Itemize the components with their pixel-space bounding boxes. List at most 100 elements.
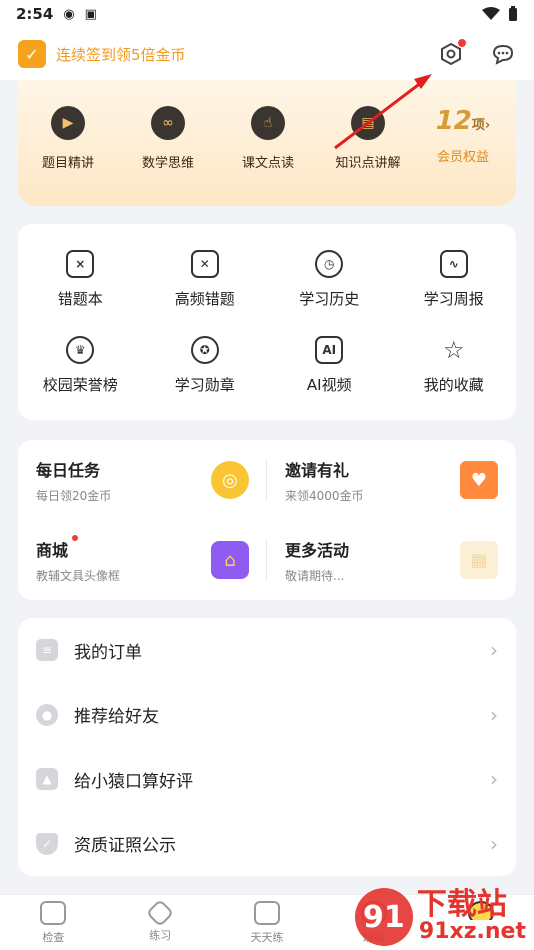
top-icons [438, 39, 516, 67]
ai-video-icon: AI [315, 335, 344, 364]
menu-item-rate[interactable]: ▲ 给小猿口算好评 › [18, 747, 516, 812]
tool-honor-board[interactable]: ♛ 校园荣誉榜 [18, 322, 143, 408]
vip-item-math-thinking[interactable]: ∞ 数学思维 [118, 106, 218, 171]
vip-rights-count: 12项› [435, 106, 491, 136]
status-right [482, 6, 518, 22]
watermark-line2: 91xz.net [416, 919, 528, 944]
message-button[interactable] [490, 41, 516, 67]
menu-item-label: 我的订单 [74, 642, 142, 663]
tool-label: 学习周报 [423, 289, 484, 308]
watermark-line1: 下载站 [416, 887, 507, 922]
activity-title: 每日任务 [36, 460, 101, 480]
gold-coin-icon: ◎ [211, 461, 249, 499]
tool-label: 学习勋章 [174, 375, 235, 394]
tab-daily-practice[interactable]: 天天练 [214, 895, 321, 950]
wrongbook-icon: × [66, 249, 95, 278]
tag-icon [146, 898, 175, 927]
activities-card: 每日任务每日领20金币 ◎ 邀请有礼 来领4000金币 ♥ 商城教辅文具头像框 ⌂… [18, 440, 516, 600]
gift-icon: ▦ [460, 541, 498, 579]
vip-rights-unit: 项 [471, 118, 485, 133]
vip-item-label: 题目精讲 [41, 156, 94, 171]
vip-item-explain[interactable]: ▶ 题目精讲 [18, 106, 118, 171]
vip-rights-label: 会员权益 [436, 150, 489, 165]
trophy-icon: ♛ [66, 335, 95, 364]
play-icon: ▶ [51, 106, 85, 140]
tool-label: 我的收藏 [423, 375, 484, 394]
tool-frequent-errors[interactable]: ✕ 高频错题 [143, 236, 268, 322]
chat-icon [492, 44, 514, 65]
activity-subtitle: 每日领20金币 [36, 488, 112, 503]
menu-item-label: 推荐给好友 [74, 707, 159, 728]
activity-invite[interactable]: 邀请有礼 来领4000金币 ♥ [267, 440, 516, 520]
vip-rights-link[interactable]: 12项› 会员权益 [418, 106, 508, 165]
activity-daily-task[interactable]: 每日任务每日领20金币 ◎ [18, 440, 267, 520]
settings-button[interactable] [438, 39, 466, 67]
vip-item-knowledge[interactable]: ▤ 知识点讲解 [318, 106, 418, 171]
tool-label: AI视频 [306, 375, 352, 394]
activity-title: 更多活动 [285, 540, 350, 560]
tool-label: 高频错题 [174, 289, 235, 308]
tool-medals[interactable]: ✪ 学习勋章 [143, 322, 268, 408]
settings-badge [458, 39, 466, 47]
vip-item-label: 知识点讲解 [335, 156, 401, 171]
order-icon: ≡ [36, 639, 58, 662]
tool-wrongbook[interactable]: × 错题本 [18, 236, 143, 322]
book-icon: ▤ [351, 106, 385, 140]
signin-text: 连续签到领5倍金币 [56, 45, 186, 64]
tab-label: 天天练 [250, 930, 284, 944]
app-notification-icon: ▣ [84, 6, 97, 22]
medal-icon: ✪ [190, 335, 219, 364]
activity-subtitle: 教辅文具头像框 [36, 568, 121, 583]
tab-label: 检查 [42, 930, 65, 944]
menu-item-label: 资质证照公示 [74, 836, 176, 857]
activity-subtitle: 敬请期待... [285, 568, 345, 583]
tool-favorites[interactable]: ☆ 我的收藏 [392, 322, 517, 408]
tool-weekly-report[interactable]: ∿ 学习周报 [392, 236, 517, 322]
weibo-icon: ◉ [63, 6, 75, 22]
clock-icon: ◷ [315, 249, 344, 278]
shield-icon: ✓ [36, 832, 58, 855]
vip-item-label: 数学思维 [141, 156, 194, 171]
status-time: 2:54 [16, 5, 54, 23]
tab-practice[interactable]: 练习 [107, 895, 214, 950]
tab-label: 练习 [149, 928, 172, 942]
menu-item-license[interactable]: ✓ 资质证照公示 › [18, 812, 516, 877]
calendar-check-icon [253, 900, 280, 925]
menu-card: ≡ 我的订单 › ● 推荐给好友 › ▲ 给小猿口算好评 › ✓ 资质证照公示 › [18, 618, 516, 876]
tool-label: 错题本 [57, 289, 103, 308]
tool-label: 校园荣誉榜 [42, 375, 118, 394]
thumbs-up-icon: ▲ [36, 768, 58, 791]
vip-card: ▶ 题目精讲 ∞ 数学思维 ☝ 课文点读 ▤ 知识点讲解 12项› 会员权益 [18, 80, 516, 206]
tool-ai-video[interactable]: AI AI视频 [267, 322, 392, 408]
menu-item-orders[interactable]: ≡ 我的订单 › [18, 618, 516, 683]
checkin-icon: ✓ [18, 40, 46, 68]
weekly-report-icon: ∿ [439, 249, 468, 278]
chevron-right-icon: › [490, 831, 498, 856]
hand-icon: ☝ [251, 106, 285, 140]
frequent-error-icon: ✕ [190, 249, 219, 278]
camera-icon [40, 900, 67, 925]
infinity-icon: ∞ [151, 106, 185, 140]
status-bar: 2:54 ◉ ▣ [0, 0, 534, 28]
menu-item-recommend[interactable]: ● 推荐给好友 › [18, 683, 516, 748]
chevron-right-icon: › [490, 767, 498, 792]
chevron-right-icon: › [484, 118, 491, 133]
activity-shop[interactable]: 商城教辅文具头像框 ⌂ [18, 520, 267, 600]
chevron-right-icon: › [490, 638, 498, 663]
user-icon: ● [36, 703, 58, 726]
tool-label: 学习历史 [299, 289, 360, 308]
chevron-right-icon: › [490, 702, 498, 727]
tab-check[interactable]: 检查 [0, 895, 107, 950]
activity-title: 商城 [36, 534, 120, 561]
tools-card: × 错题本 ✕ 高频错题 ◷ 学习历史 ∿ 学习周报 ♛ 校园荣誉榜 ✪ 学习勋章 AI AI… [18, 224, 516, 420]
watermark-logo: 91 [354, 888, 413, 946]
vip-item-text-reading[interactable]: ☝ 课文点读 [218, 106, 318, 171]
signin-banner[interactable]: ✓ 连续签到领5倍金币 [18, 40, 186, 68]
shop-icon: ⌂ [211, 541, 249, 579]
vip-item-label: 课文点读 [241, 156, 294, 171]
tool-history[interactable]: ◷ 学习历史 [267, 236, 392, 322]
envelope-icon: ♥ [460, 461, 498, 499]
activity-more[interactable]: 更多活动敬请期待... ▦ [267, 520, 516, 600]
top-bar: ✓ 连续签到领5倍金币 [0, 28, 534, 80]
star-icon: ☆ [442, 335, 465, 364]
